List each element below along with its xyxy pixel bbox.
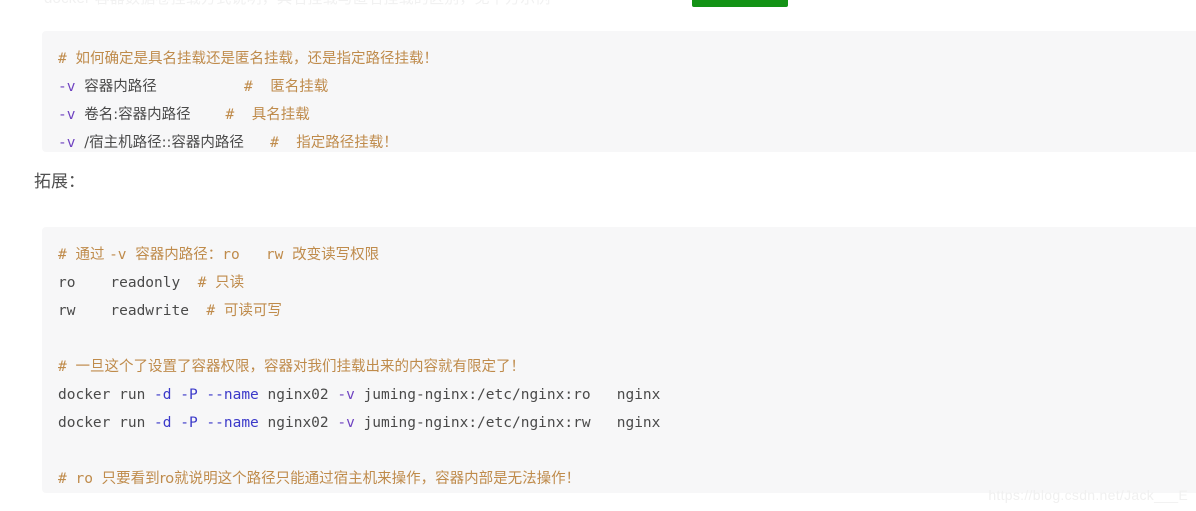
mount-types-token-4-1: -v (58, 134, 76, 151)
permissions-token-5-2: 一旦这个了设置了容器权限，容器对我们挂载出来的内容就有限定了！ (75, 358, 525, 375)
permissions-line-3: rw readwrite # 可读可写 (58, 297, 1196, 325)
mount-types-token-2-4 (157, 79, 244, 95)
mount-types-token-1-1: # (58, 50, 76, 67)
mount-types-token-3-2 (75, 107, 84, 123)
permissions-token-2-3: 只读 (215, 274, 245, 291)
mount-types-token-4-2 (75, 135, 84, 151)
permissions-token-6-3: nginx02 (258, 386, 338, 403)
permissions-token-6-5: juming-nginx:/etc/nginx:ro nginx (354, 386, 661, 403)
mount-types-token-4-3: /宿主机路径::容器内路径 (84, 134, 244, 151)
permissions-line-5: # 一旦这个了设置了容器权限，容器对我们挂载出来的内容就有限定了！ (58, 353, 1196, 381)
mount-types-token-3-6: 具名挂载 (251, 106, 310, 123)
mount-types-token-2-5: # (244, 78, 271, 95)
extension-heading: 拓展： (34, 172, 85, 192)
permissions-line-1: # 通过 -v 容器内路径：ro rw 改变读写权限 (58, 241, 1196, 269)
permissions-token-3-3: 可读可写 (223, 302, 282, 319)
mount-types-token-3-1: -v (58, 106, 76, 123)
mount-types-token-2-6: 匿名挂载 (270, 78, 329, 95)
permissions-token-1-1: # (58, 246, 76, 263)
permissions-token-9-1: # ro (58, 470, 102, 487)
mount-types-token-2-3: 容器内路径 (84, 78, 157, 95)
permissions-line-4 (58, 325, 1196, 353)
permissions-token-6-1: docker run (58, 386, 155, 403)
mount-types-token-4-5: # (270, 134, 297, 151)
permissions-token-1-4: 容器内路径： (135, 246, 223, 263)
permissions-token-1-5: ro rw (222, 246, 293, 263)
permissions-token-2-1: ro readonly (58, 274, 198, 291)
permissions-line-8 (58, 437, 1196, 465)
permissions-line-2: ro readonly # 只读 (58, 269, 1196, 297)
mount-types-token-2-1: -v (58, 78, 76, 95)
green-highlight-chip (692, 0, 788, 7)
permissions-line-6: docker run -d -P --name nginx02 -v jumin… (58, 381, 1196, 409)
csdn-watermark: https://blog.csdn.net/Jack___E (988, 487, 1188, 503)
permissions-token-7-2: -d -P --name (154, 414, 259, 431)
permissions-token-3-2: # (206, 302, 224, 319)
mount-types-line-2: -v 容器内路径 # 匿名挂载 (58, 73, 1196, 101)
mount-types-line-3: -v 卷名:容器内路径 # 具名挂载 (58, 101, 1196, 129)
permissions-token-7-4: -v (337, 414, 355, 431)
permissions-token-7-1: docker run (58, 414, 155, 431)
permissions-token-1-2: 通过 (75, 246, 110, 263)
mount-types-token-4-4 (244, 135, 270, 151)
mount-types-line-1: # 如何确定是具名挂载还是匿名挂载，还是指定路径挂载！ (58, 45, 1196, 73)
code-block-mount-types[interactable]: # 如何确定是具名挂载还是匿名挂载，还是指定路径挂载！ -v 容器内路径 # 匿名… (42, 30, 1196, 152)
mount-types-token-2-2 (75, 79, 84, 95)
mount-types-token-1-2: 如何确定是具名挂载还是匿名挂载，还是指定路径挂载！ (75, 50, 438, 67)
permissions-token-6-4: -v (337, 386, 355, 403)
mount-types-token-3-4 (191, 107, 226, 123)
permissions-token-1-6: 改变读写权限 (292, 246, 380, 263)
permissions-token-7-3: nginx02 (258, 414, 338, 431)
permissions-token-6-2: -d -P --name (154, 386, 259, 403)
permissions-token-5-1: # (58, 358, 76, 375)
mount-types-line-4: -v /宿主机路径::容器内路径 # 指定路径挂载！ (58, 129, 1196, 152)
permissions-line-7: docker run -d -P --name nginx02 -v jumin… (58, 409, 1196, 437)
permissions-token-1-3: -v (109, 246, 136, 263)
permissions-token-9-2: 只要看到ro就说明这个路径只能通过宿主机来操作，容器内部是无法操作！ (101, 470, 581, 487)
clipped-top-strip: docker 容器数据卷挂载方式说明，具名挂载与匿名挂载的区别，见下方示例 (0, 0, 1196, 9)
permissions-token-3-1: rw readwrite (58, 302, 207, 319)
permissions-token-2-2: # (197, 274, 216, 291)
permissions-token-7-5: juming-nginx:/etc/nginx:rw nginx (354, 414, 661, 431)
mount-types-token-3-3: 卷名:容器内路径 (84, 106, 191, 123)
mount-types-token-3-5: # (225, 106, 252, 123)
clipped-top-text: docker 容器数据卷挂载方式说明，具名挂载与匿名挂载的区别，见下方示例 (44, 0, 551, 8)
code-block-ro-rw-permissions[interactable]: # 通过 -v 容器内路径：ro rw 改变读写权限 ro readonly # … (42, 226, 1196, 493)
mount-types-token-4-6: 指定路径挂载！ (296, 134, 398, 151)
